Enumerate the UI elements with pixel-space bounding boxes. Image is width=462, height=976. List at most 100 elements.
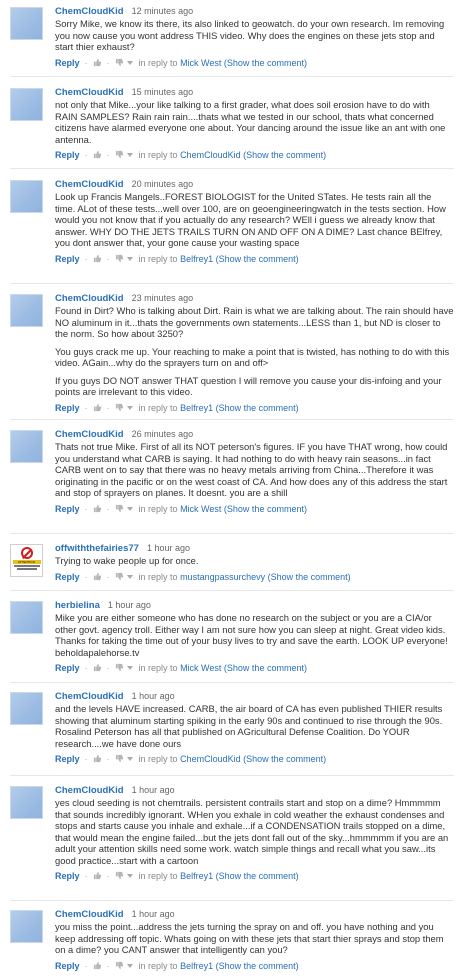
- chevron-down-icon[interactable]: [126, 963, 133, 968]
- show-comment-link[interactable]: (Show the comment): [243, 754, 326, 764]
- show-comment-link[interactable]: (Show the comment): [224, 58, 307, 68]
- chevron-down-icon[interactable]: [126, 874, 133, 878]
- comment-author[interactable]: ChemCloudKid: [55, 179, 124, 190]
- show-comment-link[interactable]: (Show the comment): [216, 871, 299, 881]
- chevron-down-icon[interactable]: [126, 666, 133, 670]
- thumb-up-icon[interactable]: [93, 58, 102, 67]
- comment-text: not only that Mike...your like talking t…: [55, 99, 446, 145]
- comment-time: 23 minutes ago: [131, 293, 194, 303]
- show-comment-link[interactable]: (Show the comment): [243, 150, 326, 160]
- reply-target-link[interactable]: Mick West: [180, 58, 221, 68]
- chevron-down-icon[interactable]: [126, 153, 133, 157]
- in-reply-to: in reply to: [138, 402, 178, 413]
- comment-text: If you guys DO NOT answer THAT question …: [55, 374, 442, 398]
- show-comment-link[interactable]: (Show the comment): [224, 504, 307, 514]
- comment-author[interactable]: ChemCloudKid: [55, 293, 124, 304]
- user-avatar[interactable]: [10, 88, 43, 121]
- show-comment-link[interactable]: (Show the comment): [216, 403, 299, 413]
- thumb-up-icon[interactable]: [93, 254, 102, 263]
- divider: [10, 590, 454, 591]
- comment-time: 1 hour ago: [146, 543, 190, 553]
- divider: [10, 419, 454, 420]
- user-avatar[interactable]: [10, 7, 43, 40]
- divider: [10, 168, 454, 169]
- reply-target-link[interactable]: ChemCloudKid: [180, 150, 241, 160]
- show-comment-link[interactable]: (Show the comment): [224, 663, 307, 673]
- reply-target-link[interactable]: ChemCloudKid: [180, 754, 241, 764]
- reply-target-link[interactable]: Belfrey1: [180, 871, 213, 881]
- thumb-down-icon[interactable]: [115, 58, 124, 67]
- comment-time: 12 minutes ago: [131, 6, 194, 16]
- reply-button[interactable]: Reply: [55, 871, 80, 881]
- user-avatar[interactable]: [10, 430, 43, 463]
- reply-button[interactable]: Reply: [55, 254, 80, 264]
- thumb-down-icon[interactable]: [115, 150, 124, 159]
- reply-button[interactable]: Reply: [55, 572, 80, 582]
- thumb-down-icon[interactable]: [115, 572, 124, 581]
- thumb-up-icon[interactable]: [93, 504, 102, 513]
- comment-actions: Reply · · in reply to ChemCloudKid (Show th…: [55, 754, 327, 764]
- thumb-up-icon[interactable]: [93, 403, 102, 412]
- comment-actions: Reply · · in reply to Belfrey1 (Show the co…: [55, 871, 299, 881]
- in-reply-to: in reply to: [138, 754, 178, 764]
- comment-time: 1 hour ago: [131, 691, 175, 701]
- reply-target-link[interactable]: Mick West: [180, 663, 221, 673]
- thumb-up-icon[interactable]: [93, 871, 102, 880]
- chevron-down-icon[interactable]: [126, 574, 133, 579]
- comment-author[interactable]: ChemCloudKid: [55, 87, 124, 98]
- comment-author[interactable]: ChemCloudKid: [55, 6, 124, 17]
- comment-actions: Reply · · in reply to Belfrey1 (Show the co…: [55, 960, 299, 971]
- thumb-up-icon[interactable]: [93, 754, 102, 763]
- chevron-down-icon[interactable]: [126, 60, 133, 65]
- user-avatar[interactable]: [10, 910, 43, 943]
- reply-button[interactable]: Reply: [55, 504, 80, 514]
- reply-button[interactable]: Reply: [55, 150, 80, 160]
- comment-author[interactable]: ChemCloudKid: [55, 691, 124, 702]
- comment-text: and the levels HAVE increased. CARB, the…: [55, 703, 443, 749]
- thumb-up-icon[interactable]: [93, 150, 102, 159]
- comment-author[interactable]: offwiththefairies77: [55, 543, 139, 554]
- thumb-down-icon[interactable]: [115, 754, 124, 763]
- reply-button[interactable]: Reply: [55, 663, 80, 673]
- attention-sign-avatar[interactable]: ATTENTION: [10, 544, 43, 577]
- show-comment-link[interactable]: (Show the comment): [268, 572, 351, 582]
- chevron-down-icon[interactable]: [126, 506, 133, 511]
- thumb-up-icon[interactable]: [93, 572, 102, 581]
- user-avatar[interactable]: [10, 786, 43, 819]
- user-avatar[interactable]: [10, 692, 43, 725]
- thumb-up-icon[interactable]: [93, 961, 102, 970]
- in-reply-to: in reply to: [138, 503, 178, 514]
- comment-author[interactable]: ChemCloudKid: [55, 429, 124, 440]
- reply-target-link[interactable]: mustangpassurchevy: [180, 572, 265, 582]
- reply-button[interactable]: Reply: [55, 961, 80, 971]
- user-avatar[interactable]: [10, 294, 43, 327]
- in-reply-to: in reply to: [138, 960, 178, 971]
- thumb-up-icon[interactable]: [93, 663, 102, 672]
- show-comment-link[interactable]: (Show the comment): [216, 254, 299, 264]
- thumb-down-icon[interactable]: [115, 871, 124, 880]
- reply-button[interactable]: Reply: [55, 403, 80, 413]
- reply-target-link[interactable]: Belfrey1: [180, 403, 213, 413]
- comment-text: Found in Dirt? Who is talking about Dirt…: [55, 305, 454, 339]
- reply-button[interactable]: Reply: [55, 754, 80, 764]
- user-avatar[interactable]: [10, 601, 43, 634]
- show-comment-link[interactable]: (Show the comment): [216, 961, 299, 971]
- reply-target-link[interactable]: Belfrey1: [180, 254, 213, 264]
- comment-time: 1 hour ago: [131, 909, 175, 919]
- chevron-down-icon[interactable]: [126, 256, 133, 261]
- comment-author[interactable]: herbielina: [55, 600, 100, 611]
- comment-author[interactable]: ChemCloudKid: [55, 909, 124, 920]
- thumb-down-icon[interactable]: [115, 663, 124, 672]
- thumb-down-icon[interactable]: [115, 254, 124, 263]
- reply-target-link[interactable]: Mick West: [180, 504, 221, 514]
- user-avatar[interactable]: [10, 180, 43, 213]
- reply-button[interactable]: Reply: [55, 58, 80, 68]
- thumb-down-icon[interactable]: [115, 504, 124, 513]
- comment-author[interactable]: ChemCloudKid: [55, 785, 124, 796]
- chevron-down-icon[interactable]: [126, 405, 133, 410]
- reply-target-link[interactable]: Belfrey1: [180, 961, 213, 971]
- thumb-down-icon[interactable]: [115, 961, 124, 970]
- thumb-down-icon[interactable]: [115, 403, 124, 412]
- in-reply-to: in reply to: [138, 253, 178, 264]
- chevron-down-icon[interactable]: [126, 757, 133, 761]
